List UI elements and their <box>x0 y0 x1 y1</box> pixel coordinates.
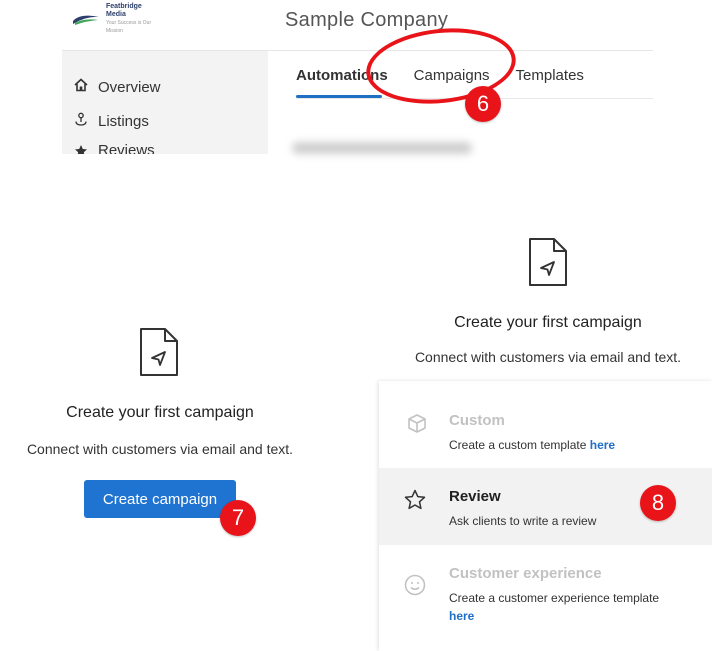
template-desc: Ask clients to write a review <box>449 514 597 528</box>
brand-name: Featbridge Media <box>106 3 142 18</box>
empty-state-title: Create your first campaign <box>454 314 642 331</box>
sidebar <box>62 51 268 154</box>
create-campaign-button[interactable]: Create campaign <box>84 480 236 518</box>
template-desc: Create a customer experience template <box>449 591 660 605</box>
brand-logo[interactable]: Featbridge Media Your Success is Our Mis… <box>72 3 162 34</box>
company-title: Sample Company <box>285 9 449 31</box>
cube-icon <box>405 412 429 436</box>
blurred-content <box>292 142 472 154</box>
here-link[interactable]: here <box>449 609 474 623</box>
star-icon <box>74 144 88 154</box>
template-name: Review <box>449 488 501 505</box>
sidebar-item-reviews[interactable]: Reviews <box>74 144 155 154</box>
sidebar-item-label: Listings <box>98 112 149 130</box>
empty-state-subtitle: Connect with customers via email and tex… <box>414 349 682 365</box>
home-icon <box>74 78 88 96</box>
annotation-badge-6: 6 <box>465 86 501 122</box>
tab-templates[interactable]: Templates <box>516 67 584 84</box>
template-name: Customer experience <box>449 565 602 582</box>
document-send-icon <box>138 326 180 383</box>
smile-icon <box>403 573 427 597</box>
annotation-badge-7: 7 <box>220 500 256 536</box>
document-send-icon <box>527 236 569 293</box>
here-link[interactable]: here <box>590 438 615 452</box>
empty-state-subtitle: Connect with customers via email and tex… <box>26 441 294 457</box>
sidebar-item-label: Reviews <box>98 144 155 154</box>
logo-mark-icon <box>72 12 100 26</box>
annotation-badge-8: 8 <box>640 485 676 521</box>
sidebar-item-label: Overview <box>98 78 161 96</box>
brand-tagline: Your Success is Our Mission <box>106 20 152 34</box>
empty-state-title: Create your first campaign <box>66 404 254 421</box>
template-custom[interactable]: Custom Create a custom template here <box>379 410 712 460</box>
pin-icon <box>74 112 88 130</box>
template-name: Custom <box>449 412 505 429</box>
template-customer-experience[interactable]: Customer experience Create a customer ex… <box>379 563 712 633</box>
sidebar-item-listings[interactable]: Listings <box>74 112 149 130</box>
star-outline-icon <box>403 488 427 512</box>
template-desc: Create a custom template <box>449 438 590 452</box>
sidebar-item-overview[interactable]: Overview <box>74 78 161 96</box>
